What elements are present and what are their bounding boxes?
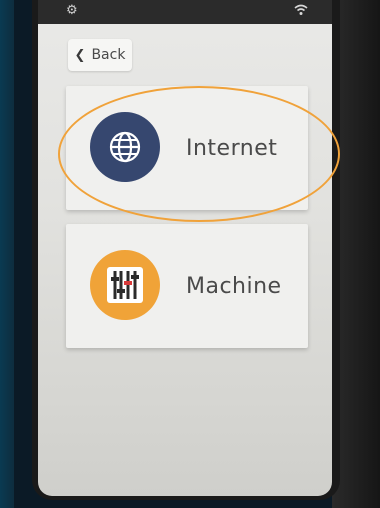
machine-label: Machine: [186, 273, 282, 299]
internet-label: Internet: [186, 135, 278, 161]
wifi-icon: [294, 4, 308, 15]
back-button[interactable]: ❮ Back: [68, 39, 132, 71]
sliders-icon: [90, 250, 160, 320]
background-left: [0, 0, 14, 508]
machine-tile[interactable]: Machine: [66, 224, 308, 348]
globe-icon: [90, 112, 160, 182]
device-screen: ⚙ ❮ Back Internet Machine: [38, 0, 332, 496]
gear-icon: ⚙: [66, 3, 78, 18]
chevron-left-icon: ❮: [74, 47, 86, 63]
internet-tile[interactable]: Internet: [66, 86, 308, 210]
status-bar: ⚙: [38, 0, 332, 24]
back-button-label: Back: [91, 47, 126, 63]
